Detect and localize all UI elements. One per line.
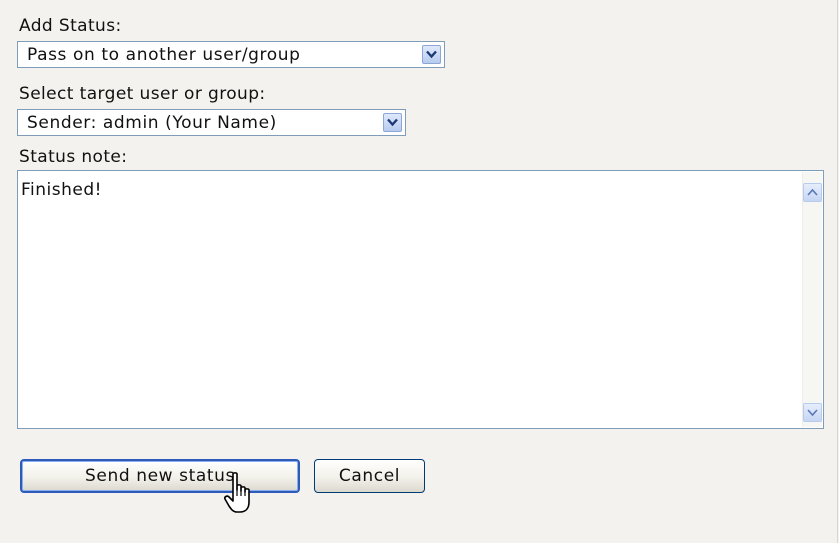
chevron-down-icon[interactable] [383, 113, 402, 132]
status-note-text: Finished! [21, 180, 102, 200]
scroll-down-arrow-icon[interactable] [803, 403, 822, 422]
send-new-status-button[interactable]: Send new status [20, 459, 300, 493]
target-select-value: Sender: admin (Your Name) [27, 113, 277, 133]
status-select-value: Pass on to another user/group [27, 45, 301, 65]
add-status-label: Add Status: [19, 16, 122, 36]
target-select[interactable]: Sender: admin (Your Name) [17, 109, 406, 136]
chevron-down-icon[interactable] [422, 45, 441, 64]
status-select[interactable]: Pass on to another user/group [17, 41, 445, 68]
vertical-scrollbar[interactable] [802, 172, 822, 427]
status-note-textarea[interactable]: Finished! [17, 170, 824, 429]
cancel-button[interactable]: Cancel [314, 459, 425, 493]
target-label: Select target user or group: [19, 84, 266, 104]
scroll-up-arrow-icon[interactable] [803, 183, 822, 202]
status-note-label: Status note: [19, 147, 128, 167]
